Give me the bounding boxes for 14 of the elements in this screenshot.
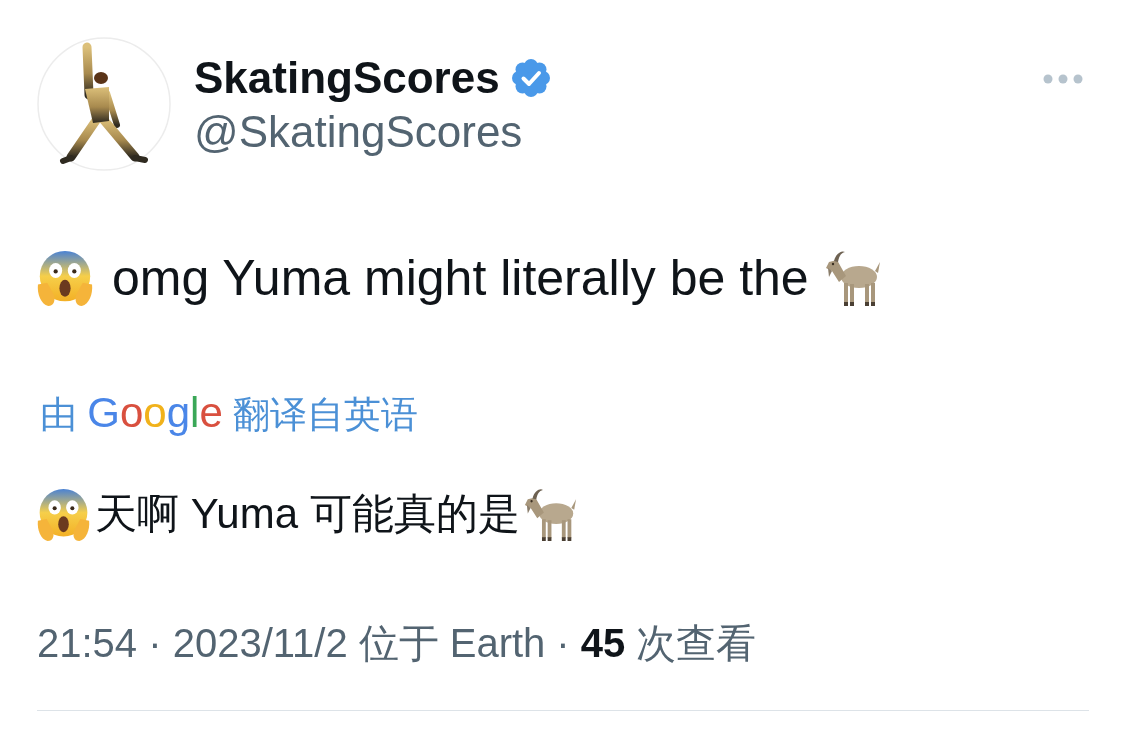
translated-text: 天啊 Yuma 可能真的是 (95, 489, 520, 539)
timestamp-link[interactable]: 21:54 · 2023/11/2 (37, 618, 348, 668)
user-handle[interactable]: @SkatingScores (194, 105, 550, 159)
translation-credit: 由 Google 翻译自英语 (40, 388, 418, 438)
display-name[interactable]: SkatingScores (194, 51, 500, 105)
goat-icon (824, 250, 881, 306)
meta-separator: · (556, 620, 570, 667)
screaming-face-icon (37, 250, 93, 306)
view-count-link[interactable]: 45 次查看 (580, 618, 757, 668)
person-silhouette-icon[interactable] (37, 37, 171, 171)
screaming-face-icon (37, 487, 90, 541)
tweet-text: omg Yuma might literally be the (112, 249, 809, 308)
goat-icon (523, 487, 577, 541)
location-text: 位于 Earth (358, 620, 546, 667)
